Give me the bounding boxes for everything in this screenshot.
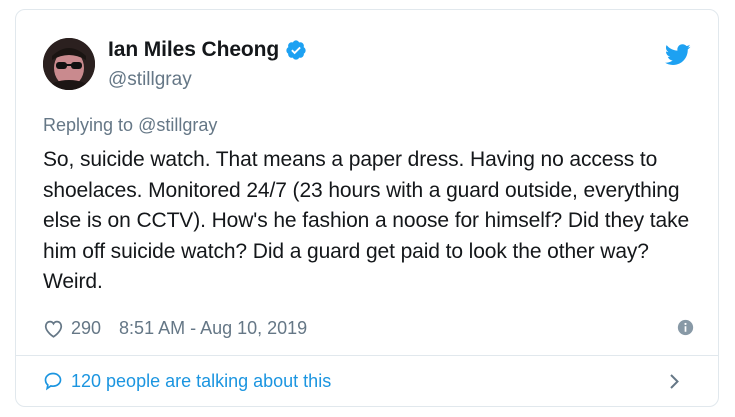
chevron-right-icon[interactable] <box>668 373 680 390</box>
replying-to-line: Replying to @stillgray <box>43 115 217 136</box>
tweet-card[interactable]: Ian Miles Cheong @stillgray Replying to … <box>15 9 719 407</box>
divider <box>16 355 718 356</box>
info-icon[interactable] <box>677 319 694 336</box>
avatar[interactable] <box>43 38 95 90</box>
tweet-meta-row: 290 8:51 AM - Aug 10, 2019 <box>43 314 694 342</box>
tweet-timestamp[interactable]: 8:51 AM - Aug 10, 2019 <box>119 318 307 339</box>
like-count[interactable]: 290 <box>71 318 101 339</box>
author-name[interactable]: Ian Miles Cheong <box>108 38 279 62</box>
speech-bubble-icon <box>43 371 63 391</box>
twitter-bird-icon[interactable] <box>664 44 691 66</box>
author-handle[interactable]: @stillgray <box>108 69 192 91</box>
replying-to-mention[interactable]: @stillgray <box>138 115 217 135</box>
tweet-text: So, suicide watch. That means a paper dr… <box>43 148 690 293</box>
replying-to-label: Replying to <box>43 115 134 135</box>
conversation-link[interactable]: 120 people are talking about this <box>43 366 694 396</box>
conversation-count[interactable]: 120 people are talking about this <box>71 371 331 392</box>
author-name-row[interactable]: Ian Miles Cheong <box>108 38 307 62</box>
heart-icon[interactable] <box>43 319 64 338</box>
verified-badge-icon <box>285 39 307 61</box>
